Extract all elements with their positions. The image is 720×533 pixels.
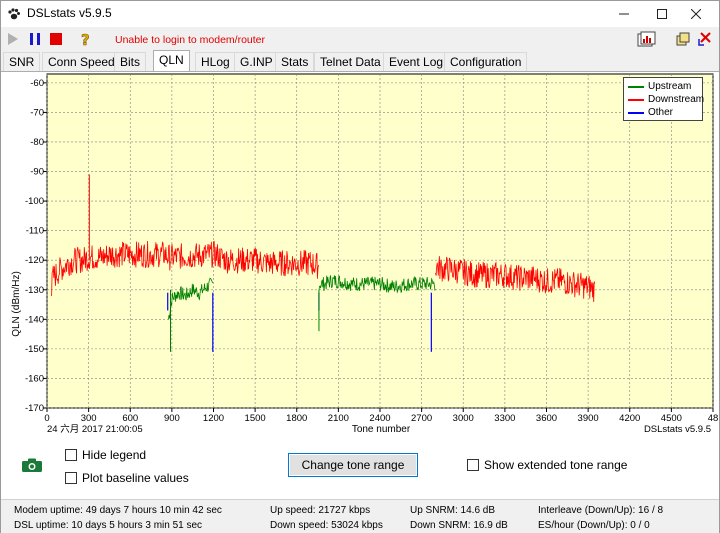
play-icon[interactable] [5, 31, 21, 47]
y-tick-label: -90 [30, 167, 44, 178]
tab-ginp[interactable]: G.INP [234, 52, 279, 71]
y-tick-label: -170 [25, 403, 44, 414]
x-tick-label: 4200 [619, 413, 640, 424]
tab-strip: SNR Conn Speed Bits QLN HLog G.INP Stats… [1, 50, 719, 71]
title-bar: DSLstats v5.9.5 [1, 1, 719, 27]
stop-icon[interactable] [48, 31, 64, 47]
x-tick-label: 600 [122, 413, 138, 424]
y-tick-label: -120 [25, 255, 44, 266]
svg-text:?: ? [81, 31, 90, 47]
tab-bits[interactable]: Bits [114, 52, 147, 71]
x-tick-label: 1200 [203, 413, 224, 424]
maximize-icon [657, 9, 667, 19]
legend-item-other: Other [628, 107, 673, 118]
x-tick-label: 48 [708, 413, 719, 424]
status-bar: Modem uptime: 49 days 7 hours 10 min 42 … [1, 499, 719, 533]
down-snrm: Down SNRM: 16.9 dB [410, 520, 508, 531]
legend-item-upstream: Upstream [628, 81, 691, 92]
x-tick-label: 3300 [494, 413, 515, 424]
y-tick-label: -80 [30, 137, 44, 148]
tab-event-log[interactable]: Event Log [383, 52, 450, 71]
close-button[interactable] [673, 1, 719, 27]
chart-watermark: DSLstats v5.9.5 [644, 424, 711, 435]
dsl-uptime: DSL uptime: 10 days 5 hours 3 min 51 sec [14, 520, 203, 531]
app-window: DSLstats v5.9.5 ? Unable to login to mod… [0, 0, 720, 533]
y-tick-label: -70 [30, 107, 44, 118]
tab-configuration[interactable]: Configuration [444, 52, 528, 71]
x-tick-label: 1500 [245, 413, 266, 424]
tab-telnet-data[interactable]: Telnet Data [314, 52, 387, 71]
x-axis-label: Tone number [352, 424, 411, 435]
x-tick-label: 2700 [411, 413, 432, 424]
tab-qln[interactable]: QLN [153, 50, 190, 71]
show-extended-range-label: Show extended tone range [484, 458, 628, 472]
x-tick-label: 1800 [286, 413, 307, 424]
tab-stats[interactable]: Stats [275, 52, 315, 71]
up-snrm: Up SNRM: 14.6 dB [410, 505, 496, 516]
hide-legend-checkbox[interactable]: Hide legend [65, 448, 146, 462]
x-tick-label: 900 [164, 413, 180, 424]
tab-snr[interactable]: SNR [3, 52, 41, 71]
camera-icon[interactable] [21, 457, 43, 473]
plot-area [46, 73, 714, 409]
legend-label-downstream: Downstream [648, 94, 705, 105]
x-tick-label: 4500 [661, 413, 682, 424]
y-tick-label: -150 [25, 344, 44, 355]
chart-legend: Upstream Downstream Other [623, 77, 704, 121]
x-tick-label: 0 [44, 413, 49, 424]
y-tick-label: -100 [25, 196, 44, 207]
minimize-icon [619, 13, 629, 15]
plot-baseline-label: Plot baseline values [82, 471, 189, 485]
x-tick-label: 3000 [453, 413, 474, 424]
x-tick-label: 2100 [328, 413, 349, 424]
show-extended-range-checkbox[interactable]: Show extended tone range [467, 458, 627, 472]
hide-legend-box[interactable] [65, 449, 77, 461]
exit-icon[interactable] [697, 31, 713, 47]
x-tick-label: 2400 [369, 413, 390, 424]
plot-baseline-checkbox[interactable]: Plot baseline values [65, 471, 189, 485]
paw-app-icon [8, 8, 20, 20]
x-tick-label: 3900 [578, 413, 599, 424]
x-tick-label: 3600 [536, 413, 557, 424]
help-icon[interactable]: ? [78, 31, 94, 47]
tab-hlog[interactable]: HLog [195, 52, 236, 71]
status-message: Unable to login to modem/router [115, 34, 265, 46]
x-tick-label: 300 [81, 413, 97, 424]
qln-panel: -60 -70 -80 -90 -100 -110 -120 -130 -140 -150 -160… [1, 71, 719, 499]
toolbar: ? Unable to login to modem/router [1, 27, 719, 51]
legend-label-other: Other [648, 107, 674, 118]
y-tick-label: -160 [25, 373, 44, 384]
y-tick-label: -110 [26, 226, 44, 237]
qln-chart: -60 -70 -80 -90 -100 -110 -120 -130 -140 -150 -160… [11, 73, 719, 435]
show-extended-range-box[interactable] [467, 459, 479, 471]
pause-icon[interactable] [27, 31, 43, 47]
y-axis-label: QLN (dBm/Hz) [11, 271, 22, 337]
change-tone-range-button[interactable]: Change tone range [288, 453, 418, 477]
down-speed: Down speed: 53024 kbps [270, 520, 383, 531]
hide-legend-label: Hide legend [82, 448, 147, 462]
y-tick-label: -60 [30, 78, 44, 89]
close-icon [691, 9, 701, 19]
es-per-hour: ES/hour (Down/Up): 0 / 0 [538, 520, 650, 531]
restore-windows-icon[interactable] [675, 31, 691, 47]
legend-label-upstream: Upstream [648, 81, 692, 92]
charts-icon[interactable] [637, 31, 657, 47]
window-title: DSLstats v5.9.5 [27, 6, 112, 20]
up-speed: Up speed: 21727 kbps [270, 505, 371, 516]
tab-conn-speed[interactable]: Conn Speed [42, 52, 121, 71]
plot-baseline-box[interactable] [65, 472, 77, 484]
chart-timestamp: 24 六月 2017 21:00:05 [47, 423, 143, 435]
modem-uptime: Modem uptime: 49 days 7 hours 10 min 42 … [14, 505, 222, 516]
interleave: Interleave (Down/Up): 16 / 8 [538, 505, 664, 516]
y-tick-label: -130 [25, 285, 44, 296]
y-tick-label: -140 [25, 314, 44, 325]
legend-item-downstream: Downstream [628, 94, 704, 105]
